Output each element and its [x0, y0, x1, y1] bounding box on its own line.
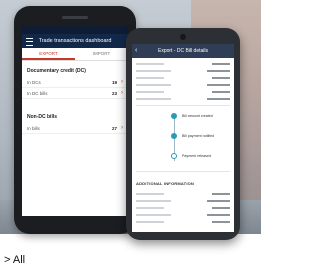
timeline-dot-icon	[171, 113, 177, 119]
timeline-step: Bill payment notified	[132, 132, 234, 142]
header-title: Export - DC Bill details	[157, 48, 208, 54]
list-item-label: In DC bills	[27, 90, 48, 96]
section-title: Non-DC bills	[27, 114, 57, 120]
tab-bar: EXPORT IMPORT	[22, 48, 128, 61]
list-item[interactable]: In bills 27 ›	[22, 123, 128, 134]
list-item-label: In DCs	[27, 79, 41, 85]
list-item-count: 23	[111, 90, 117, 96]
detail-row	[132, 204, 234, 211]
detail-row	[132, 81, 234, 88]
phone-speaker	[62, 16, 88, 19]
timeline-step-label: Bill payment notified	[182, 134, 215, 138]
list-item[interactable]: In DCs 19 ›	[22, 77, 128, 88]
timeline-step-label: Payment released	[182, 154, 211, 158]
detail-row	[132, 218, 234, 225]
app-header: Trade transactions dashboard	[22, 34, 128, 48]
status-bar	[22, 26, 128, 34]
tab-export[interactable]: EXPORT	[22, 48, 75, 60]
hamburger-menu-icon[interactable]	[26, 38, 33, 46]
header-title: Trade transactions dashboard	[38, 38, 112, 44]
detail-row	[132, 190, 234, 197]
section-title: ADDITIONAL INFORMATION	[136, 181, 195, 186]
status-timeline: Bill amount created Bill payment notifie…	[132, 110, 234, 168]
timeline-step-label: Bill amount created	[182, 114, 213, 118]
detail-row	[132, 74, 234, 81]
section-title: Documentary credit (DC)	[27, 68, 86, 74]
marketing-scene: Trade transactions dashboard EXPORT IMPO…	[0, 0, 261, 270]
back-arrow-icon[interactable]: ‹	[135, 44, 137, 58]
list-item-count: 27	[111, 125, 117, 131]
phone-front-screen: ‹ Export - DC Bill details Bill amount c…	[132, 44, 234, 232]
tab-import[interactable]: IMPORT	[75, 48, 128, 60]
detail-row	[132, 60, 234, 67]
phone-front: ‹ Export - DC Bill details Bill amount c…	[126, 28, 240, 240]
app-header: ‹ Export - DC Bill details	[132, 44, 234, 58]
timeline-step: Bill amount created	[132, 112, 234, 122]
list-item[interactable]: In DC bills 23 ›	[22, 88, 128, 99]
detail-row	[132, 211, 234, 218]
phone-back: Trade transactions dashboard EXPORT IMPO…	[14, 6, 136, 234]
timeline-step: Payment released	[132, 152, 234, 162]
list-item-count: 19	[111, 79, 117, 85]
chevron-right-icon: ›	[121, 79, 123, 85]
list-item-label: In bills	[27, 125, 40, 131]
additional-info-list	[132, 190, 234, 225]
see-all-link[interactable]: > All	[4, 254, 25, 266]
divider	[136, 171, 230, 172]
detail-row	[132, 95, 234, 102]
phone-back-screen: Trade transactions dashboard EXPORT IMPO…	[22, 26, 128, 216]
chevron-right-icon: ›	[121, 125, 123, 131]
detail-row	[132, 67, 234, 74]
chevron-right-icon: ›	[121, 90, 123, 96]
bill-details-list	[132, 60, 234, 102]
divider	[136, 105, 230, 106]
detail-row	[132, 197, 234, 204]
timeline-dot-icon	[171, 133, 177, 139]
timeline-dot-icon	[171, 153, 177, 159]
front-camera	[180, 34, 186, 40]
detail-row	[132, 88, 234, 95]
